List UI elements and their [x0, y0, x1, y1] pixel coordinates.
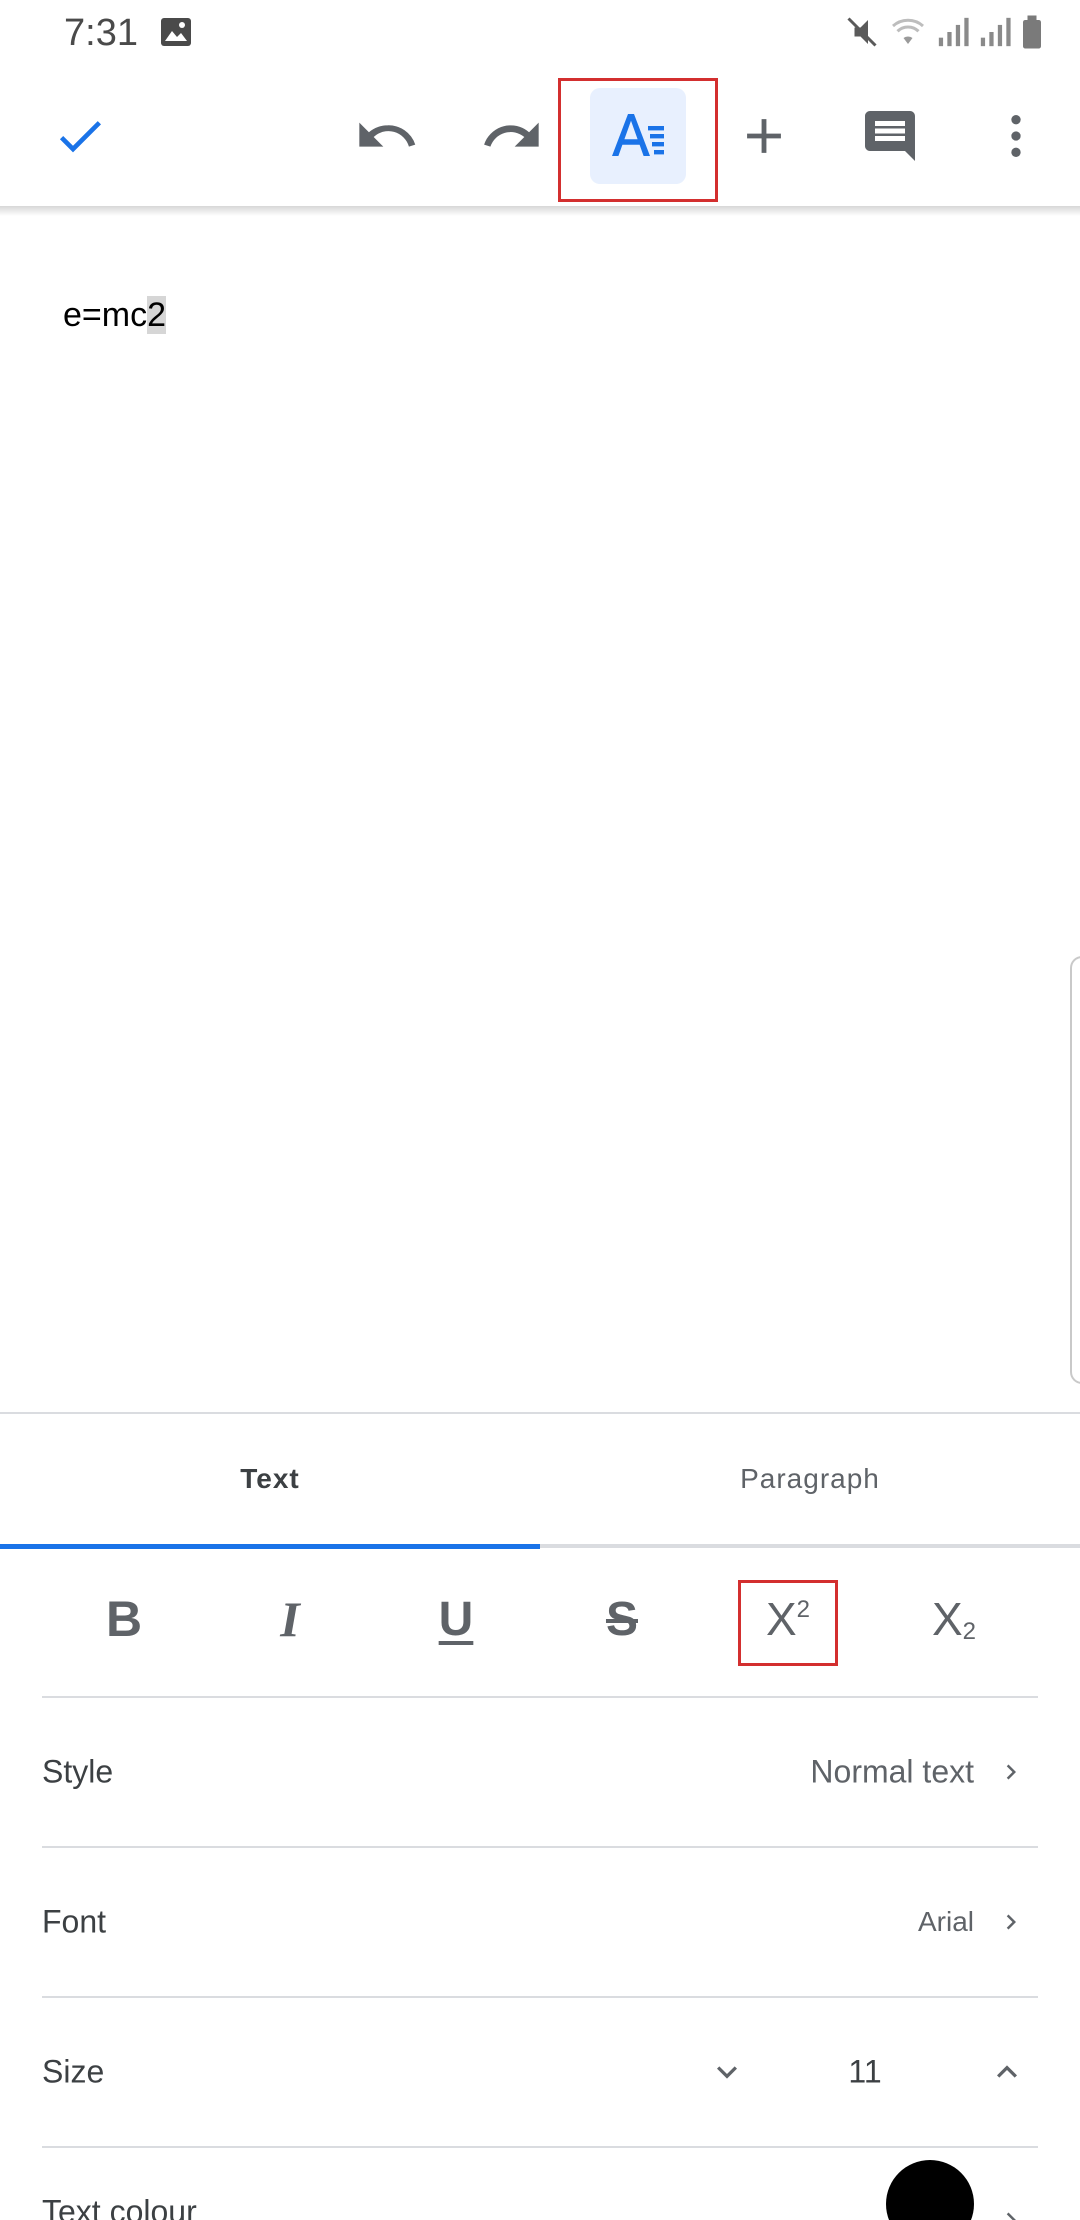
- font-value: Arial: [917, 1906, 974, 1937]
- comment-icon: [865, 111, 915, 161]
- subscript-button[interactable]: X2: [904, 1574, 1004, 1664]
- style-row[interactable]: Style Normal text: [0, 1698, 1080, 1846]
- chevron-right-icon: [1006, 2212, 1016, 2220]
- superscript-button[interactable]: X2: [738, 1574, 838, 1664]
- size-value: 11: [848, 2053, 882, 2090]
- toolbar-shadow: [0, 206, 1080, 216]
- size-row: Size 11: [0, 1998, 1080, 2146]
- status-icons: [844, 14, 1044, 50]
- underline-button[interactable]: U: [406, 1574, 506, 1664]
- tab-text[interactable]: Text: [0, 1414, 540, 1544]
- document-area[interactable]: e=mc2: [0, 216, 1080, 1412]
- bold-icon: B: [105, 1591, 143, 1647]
- signal-icon: [938, 17, 969, 47]
- document-text[interactable]: e=mc2: [63, 296, 167, 335]
- add-icon: [747, 119, 781, 153]
- font-label: Font: [42, 1903, 107, 1940]
- underline-icon: U: [438, 1592, 474, 1646]
- format-panel: Text Paragraph B I U S X2 X2 Style Norma…: [0, 1412, 1080, 2220]
- status-bar: 7:31: [0, 0, 1080, 66]
- redo-icon: [484, 122, 539, 147]
- style-label: Style: [42, 1753, 114, 1790]
- bold-button[interactable]: B: [74, 1574, 174, 1664]
- tab-paragraph[interactable]: Paragraph: [540, 1414, 1080, 1544]
- text-colour-label: Text colour: [42, 2193, 197, 2220]
- decrease-size-button[interactable]: [702, 2052, 752, 2092]
- done-button[interactable]: [30, 86, 130, 186]
- document-text-plain: e=mc: [63, 296, 148, 334]
- style-value: Normal text: [810, 1753, 974, 1790]
- italic-button[interactable]: I: [240, 1574, 340, 1664]
- screen: 7:31 e=mc2 Text Paragraph B I U S X2 X2 …: [0, 0, 1080, 2220]
- size-label: Size: [42, 2053, 105, 2090]
- comment-button[interactable]: [840, 86, 940, 186]
- more-vert-icon: [1011, 115, 1021, 157]
- redo-button[interactable]: [462, 86, 562, 186]
- mute-icon: [847, 17, 877, 47]
- undo-icon: [359, 122, 416, 147]
- format-tabs: Text Paragraph: [0, 1414, 1080, 1549]
- signal-icon: [980, 17, 1011, 47]
- subscript-icon: X2: [931, 1593, 977, 1645]
- status-time: 7:31: [64, 12, 138, 54]
- chevron-right-icon: [1006, 1764, 1016, 1780]
- wifi-icon: [892, 18, 924, 44]
- font-row[interactable]: Font Arial: [0, 1848, 1080, 1996]
- document-text-selection: 2: [147, 296, 167, 334]
- increase-size-button[interactable]: [982, 2052, 1032, 2092]
- insert-button[interactable]: [714, 86, 814, 186]
- format-buttons-row: B I U S X2 X2: [0, 1548, 1080, 1698]
- superscript-icon: X2: [765, 1593, 811, 1645]
- text-format-button[interactable]: [590, 88, 686, 184]
- gallery-icon: [161, 18, 191, 46]
- italic-icon: I: [280, 1591, 300, 1647]
- undo-button[interactable]: [336, 86, 436, 186]
- editor-toolbar: [0, 66, 1080, 206]
- strikethrough-icon: S: [605, 1592, 638, 1646]
- strikethrough-button[interactable]: S: [572, 1574, 672, 1664]
- more-options-button[interactable]: [966, 86, 1066, 186]
- battery-icon: [1023, 15, 1041, 49]
- check-icon: [59, 121, 101, 153]
- text-format-icon: [612, 114, 664, 156]
- scroll-handle[interactable]: [1070, 956, 1080, 1384]
- chevron-right-icon: [1006, 1914, 1016, 1930]
